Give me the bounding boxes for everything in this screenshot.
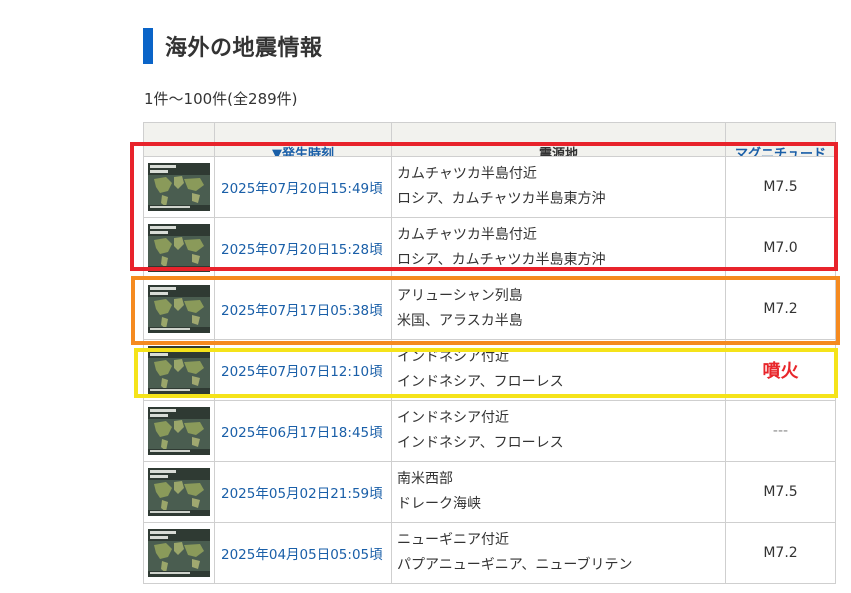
table-header-row: ▼発生時刻 震源地 マグニチュード <box>143 122 836 157</box>
place-cell: カムチャツカ半島付近ロシア、カムチャツカ半島東方沖 <box>391 156 726 218</box>
seismic-map-thumbnail[interactable] <box>148 224 210 272</box>
thumbnail-cell[interactable] <box>143 461 215 523</box>
seismic-map-thumbnail[interactable] <box>148 346 210 394</box>
place-cell: ニューギニア付近パプアニューギニア、ニューブリテン <box>391 522 726 584</box>
table-row[interactable]: 2025年04月05日05:05頃 ニューギニア付近パプアニューギニア、ニューブリ… <box>143 522 836 584</box>
table-row[interactable]: 2025年07月20日15:28頃 カムチャツカ半島付近ロシア、カムチャツカ半島東… <box>143 217 836 279</box>
place-region: インドネシア付近 <box>397 349 509 365</box>
thumbnail-cell[interactable] <box>143 217 215 279</box>
place-detail: インドネシア、フローレス <box>397 435 564 451</box>
header-magnitude-label: マグニチュード <box>734 147 826 157</box>
table-row[interactable]: 2025年06月17日18:45頃 インドネシア付近 インドネシア、フローレス --- <box>143 400 836 462</box>
place-cell: インドネシア付近インドネシア、フローレス <box>391 339 726 401</box>
place-detail: ロシア、カムチャツカ半島東方沖 <box>397 191 606 207</box>
place-region: ニューギニア付近 <box>397 532 509 548</box>
place-detail: インドネシア、フローレス <box>397 374 564 390</box>
table-row[interactable]: 2025年07月20日15:49頃 カムチャツカ半島付近ロシア、カムチャツカ半島東… <box>143 156 836 218</box>
table-row[interactable]: 2025年07月07日12:10頃 インドネシア付近 インドネシア、フローレス 噴火 <box>143 339 836 401</box>
thumbnail-cell[interactable] <box>143 156 215 218</box>
header-thumbnail <box>143 122 215 157</box>
time-link[interactable]: 2025年04月05日05:05頃 <box>214 522 392 584</box>
thumbnail-cell[interactable] <box>143 339 215 401</box>
seismic-map-thumbnail[interactable] <box>148 468 210 516</box>
magnitude-value: M7.2 <box>725 522 836 584</box>
thumbnail-cell[interactable] <box>143 522 215 584</box>
thumbnail-cell[interactable] <box>143 278 215 340</box>
magnitude-value: M7.5 <box>725 156 836 218</box>
result-count: 1件～100件(全289件) <box>144 90 298 108</box>
place-region: カムチャツカ半島付近 <box>397 227 537 243</box>
header-place-label: 震源地 <box>538 147 578 157</box>
place-detail: 米国、アラスカ半島 <box>397 313 523 329</box>
seismic-map-thumbnail[interactable] <box>148 529 210 577</box>
place-detail: ロシア、カムチャツカ半島東方沖 <box>397 252 606 268</box>
seismic-map-thumbnail[interactable] <box>148 163 210 211</box>
header-time-sort-link[interactable]: ▼発生時刻 <box>214 122 392 157</box>
place-cell: アリューシャン列島 米国、アラスカ半島 <box>391 278 726 340</box>
time-link[interactable]: 2025年05月02日21:59頃 <box>214 461 392 523</box>
place-region: アリューシャン列島 <box>397 288 523 304</box>
magnitude-value: M7.5 <box>725 461 836 523</box>
header-magnitude-sort-link[interactable]: マグニチュード <box>725 122 836 157</box>
title-accent-bar <box>143 28 153 64</box>
time-link[interactable]: 2025年06月17日18:45頃 <box>214 400 392 462</box>
page-title: 海外の地震情報 <box>165 36 323 61</box>
header-time-label: ▼発生時刻 <box>272 147 334 157</box>
place-region: カムチャツカ半島付近 <box>397 166 537 182</box>
place-region: インドネシア付近 <box>397 410 509 426</box>
magnitude-value: 噴火 <box>725 339 836 401</box>
place-cell: カムチャツカ半島付近ロシア、カムチャツカ半島東方沖 <box>391 217 726 279</box>
time-link[interactable]: 2025年07月07日12:10頃 <box>214 339 392 401</box>
place-region: 南米西部 <box>397 471 453 487</box>
table-row[interactable]: 2025年07月17日05:38頃 アリューシャン列島 米国、アラスカ半島 M7.2 <box>143 278 836 340</box>
place-detail: パプアニューギニア、ニューブリテン <box>397 557 633 573</box>
place-cell: インドネシア付近インドネシア、フローレス <box>391 400 726 462</box>
page-header: 海外の地震情報 <box>143 28 323 64</box>
table-row[interactable]: 2025年05月02日21:59頃 南米西部 ドレーク海峡 M7.5 <box>143 461 836 523</box>
magnitude-value: M7.2 <box>725 278 836 340</box>
magnitude-value: --- <box>725 400 836 462</box>
thumbnail-cell[interactable] <box>143 400 215 462</box>
time-link[interactable]: 2025年07月20日15:49頃 <box>214 156 392 218</box>
earthquake-table: ▼発生時刻 震源地 マグニチュード 2025年07月20日15:49頃 カムチャツ… <box>143 122 836 584</box>
time-link[interactable]: 2025年07月17日05:38頃 <box>214 278 392 340</box>
magnitude-value: M7.0 <box>725 217 836 279</box>
seismic-map-thumbnail[interactable] <box>148 407 210 455</box>
header-place: 震源地 <box>391 122 726 157</box>
seismic-map-thumbnail[interactable] <box>148 285 210 333</box>
place-cell: 南米西部ドレーク海峡 <box>391 461 726 523</box>
time-link[interactable]: 2025年07月20日15:28頃 <box>214 217 392 279</box>
page: 海外の地震情報 1件～100件(全289件) ▼発生時刻 震源地 マグニチュード… <box>0 0 851 593</box>
place-detail: ドレーク海峡 <box>397 496 481 512</box>
